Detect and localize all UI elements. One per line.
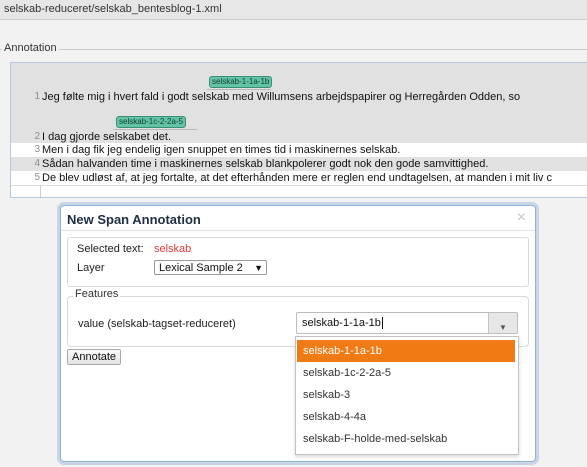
- annotate-button[interactable]: Annotate: [67, 349, 122, 365]
- features-legend: Features: [73, 288, 121, 300]
- sentence-line-2[interactable]: 2 selskab-1c-2-2a-5 I dag gjorde selskab…: [11, 104, 587, 144]
- sentence-text[interactable]: Men i dag fik jeg endelig igen snuppet e…: [42, 144, 400, 156]
- span-annotation-marker: [207, 89, 271, 90]
- close-icon[interactable]: ×: [517, 209, 526, 227]
- span-annotation-chip[interactable]: selskab-1c-2-2a-5: [116, 116, 187, 128]
- selection-box: Selected text: selskab Layer Lexical Sam…: [67, 237, 529, 287]
- sentence-line-4[interactable]: 4 Sådan halvanden time i maskinernes sel…: [11, 157, 587, 172]
- line-number: 2: [34, 131, 40, 142]
- sentence-line-3[interactable]: 3 Men i dag fik jeg endelig igen snuppet…: [11, 143, 587, 158]
- layer-select[interactable]: Lexical Sample 2 ▼: [154, 260, 267, 275]
- selected-text-label: Selected text:: [77, 243, 144, 255]
- text-cursor: [381, 317, 383, 330]
- dropdown-option[interactable]: selskab-3: [297, 384, 515, 406]
- dropdown-option[interactable]: selskab-1-1a-1b: [297, 340, 515, 362]
- line-number: 1: [34, 91, 40, 102]
- span-annotation-marker: [113, 129, 197, 130]
- dialog-title: New Span Annotation: [67, 212, 201, 227]
- dropdown-option[interactable]: selskab-4-4a: [297, 406, 515, 428]
- dropdown-option[interactable]: selskab-F-holde-med-selskab: [297, 428, 515, 450]
- sentence-text[interactable]: I dag gjorde selskabet det.: [42, 131, 171, 143]
- line-number: 3: [34, 144, 40, 155]
- chevron-down-icon: ▼: [499, 323, 507, 332]
- span-annotation-chip[interactable]: selskab-1-1a-1b: [209, 76, 273, 88]
- annotation-fieldset-border: [0, 49, 587, 50]
- feature-value-input[interactable]: selskab-1-1a-1b: [302, 317, 381, 329]
- annotation-legend: Annotation: [2, 42, 59, 54]
- line-number: 4: [34, 158, 40, 169]
- layer-select-value: Lexical Sample 2: [159, 262, 243, 274]
- feature-value-combobox[interactable]: selskab-1-1a-1b ▼: [296, 312, 518, 334]
- line-number: 5: [34, 172, 40, 183]
- combobox-toggle-button[interactable]: ▼: [488, 313, 517, 333]
- chevron-down-icon: ▼: [254, 263, 263, 273]
- dialog-title-divider: [61, 230, 535, 231]
- sentence-line-1[interactable]: 1 selskab-1-1a-1b Jeg følte mig i hvert …: [11, 63, 587, 105]
- sentence-text[interactable]: Sådan halvanden time i maskinernes selsk…: [42, 158, 488, 170]
- file-path: selskab-reduceret/selskab_bentesblog-1.x…: [4, 3, 222, 15]
- sentence-line-5[interactable]: 5 De blev udløst af, at jeg fortalte, at…: [11, 171, 587, 186]
- annotation-editor[interactable]: 1 selskab-1-1a-1b Jeg følte mig i hvert …: [10, 62, 587, 198]
- selected-text-value: selskab: [154, 243, 192, 255]
- sentence-text[interactable]: De blev udløst af, at jeg fortalte, at d…: [42, 172, 552, 184]
- sentence-text[interactable]: Jeg følte mig i hvert fald i godt selska…: [42, 91, 520, 103]
- file-path-bar: selskab-reduceret/selskab_bentesblog-1.x…: [0, 0, 587, 20]
- feature-label: value (selskab-tagset-reduceret): [78, 318, 236, 330]
- dropdown-option[interactable]: selskab-1c-2-2a-5: [297, 362, 515, 384]
- feature-value-dropdown: selskab-1-1a-1b selskab-1c-2-2a-5 selska…: [295, 336, 519, 455]
- layer-label: Layer: [77, 262, 105, 274]
